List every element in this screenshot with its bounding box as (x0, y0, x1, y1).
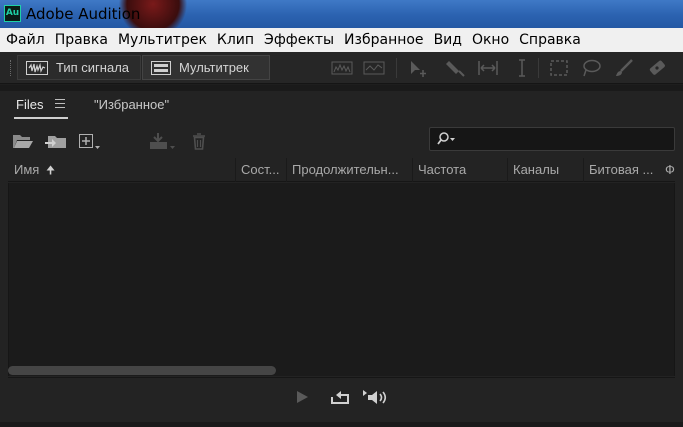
new-file-icon[interactable] (78, 132, 104, 150)
multitrack-view-button[interactable]: Мультитрек (142, 55, 270, 80)
delete-icon[interactable] (190, 132, 208, 150)
waveform-icon (26, 60, 48, 75)
waveform-view-label: Тип сигнала (56, 60, 130, 75)
horizontal-scrollbar[interactable] (8, 366, 276, 375)
razor-tool-icon[interactable] (444, 58, 466, 78)
menu-view[interactable]: Вид (429, 32, 467, 48)
paintbrush-icon[interactable] (613, 58, 635, 78)
import-file-icon[interactable] (44, 132, 68, 150)
column-format[interactable]: Ф (665, 158, 675, 182)
marquee-select-icon[interactable] (548, 58, 570, 78)
app-icon: Au (4, 5, 21, 22)
menu-edit[interactable]: Правка (50, 32, 113, 48)
time-selection-icon[interactable] (511, 58, 533, 78)
column-status[interactable]: Сост... (235, 158, 286, 182)
menu-file[interactable]: Файл (2, 32, 50, 48)
window-title: Adobe Audition (26, 5, 141, 23)
panel-menu-icon[interactable] (55, 99, 65, 109)
column-name[interactable]: Имя 🠉 (14, 158, 236, 182)
tab-favorites[interactable]: "Избранное" (94, 97, 169, 112)
spectral-display-icon[interactable] (331, 58, 353, 78)
main-toolbar: Тип сигнала Мультитрек (0, 52, 683, 84)
menu-effects[interactable]: Эффекты (259, 32, 339, 48)
lasso-select-icon[interactable] (580, 58, 602, 78)
loop-icon[interactable] (329, 388, 351, 406)
column-duration[interactable]: Продолжительн... (286, 158, 412, 182)
spot-healing-icon[interactable] (646, 58, 668, 78)
slip-tool-icon[interactable] (477, 58, 499, 78)
toolbar-separator (538, 58, 539, 78)
file-list[interactable] (8, 183, 675, 376)
menu-window[interactable]: Окно (467, 32, 514, 48)
menu-clip[interactable]: Клип (212, 32, 259, 48)
files-panel: Files "Избранное" Имя 🠉 Сост... Продолжи… (0, 91, 683, 427)
table-header: Имя 🠉 Сост... Продолжительн... Частота К… (8, 158, 675, 182)
menu-bar: Файл Правка Мультитрек Клип Эффекты Избр… (0, 28, 683, 52)
tab-files[interactable]: Files (16, 97, 43, 112)
move-tool-icon[interactable] (408, 58, 430, 78)
multitrack-view-label: Мультитрек (179, 60, 249, 75)
waveform-view-button[interactable]: Тип сигнала (17, 55, 141, 80)
column-channels[interactable]: Каналы (507, 158, 584, 182)
panel-bottom-edge (0, 422, 683, 427)
insert-into-multitrack-icon[interactable] (148, 132, 176, 150)
list-border (8, 377, 675, 378)
autoplay-volume-icon[interactable] (362, 388, 390, 406)
menu-favorites[interactable]: Избранное (339, 32, 429, 48)
active-tab-indicator (14, 117, 68, 119)
toolbar-separator (396, 58, 397, 78)
title-bar: Au Adobe Audition (0, 0, 683, 36)
open-file-icon[interactable] (12, 132, 34, 150)
play-icon[interactable] (294, 388, 310, 406)
menu-multitrack[interactable]: Мультитрек (113, 32, 212, 48)
pitch-display-icon[interactable] (363, 58, 385, 78)
column-sample-rate[interactable]: Частота (412, 158, 507, 182)
multitrack-icon (151, 60, 171, 75)
menu-help[interactable]: Справка (514, 32, 586, 48)
column-bit-depth[interactable]: Битовая ... (583, 158, 661, 182)
toolbar-grip[interactable] (10, 60, 12, 76)
sort-ascending-icon: 🠉 (45, 165, 56, 177)
search-icon (437, 132, 455, 145)
search-input[interactable] (429, 127, 675, 151)
